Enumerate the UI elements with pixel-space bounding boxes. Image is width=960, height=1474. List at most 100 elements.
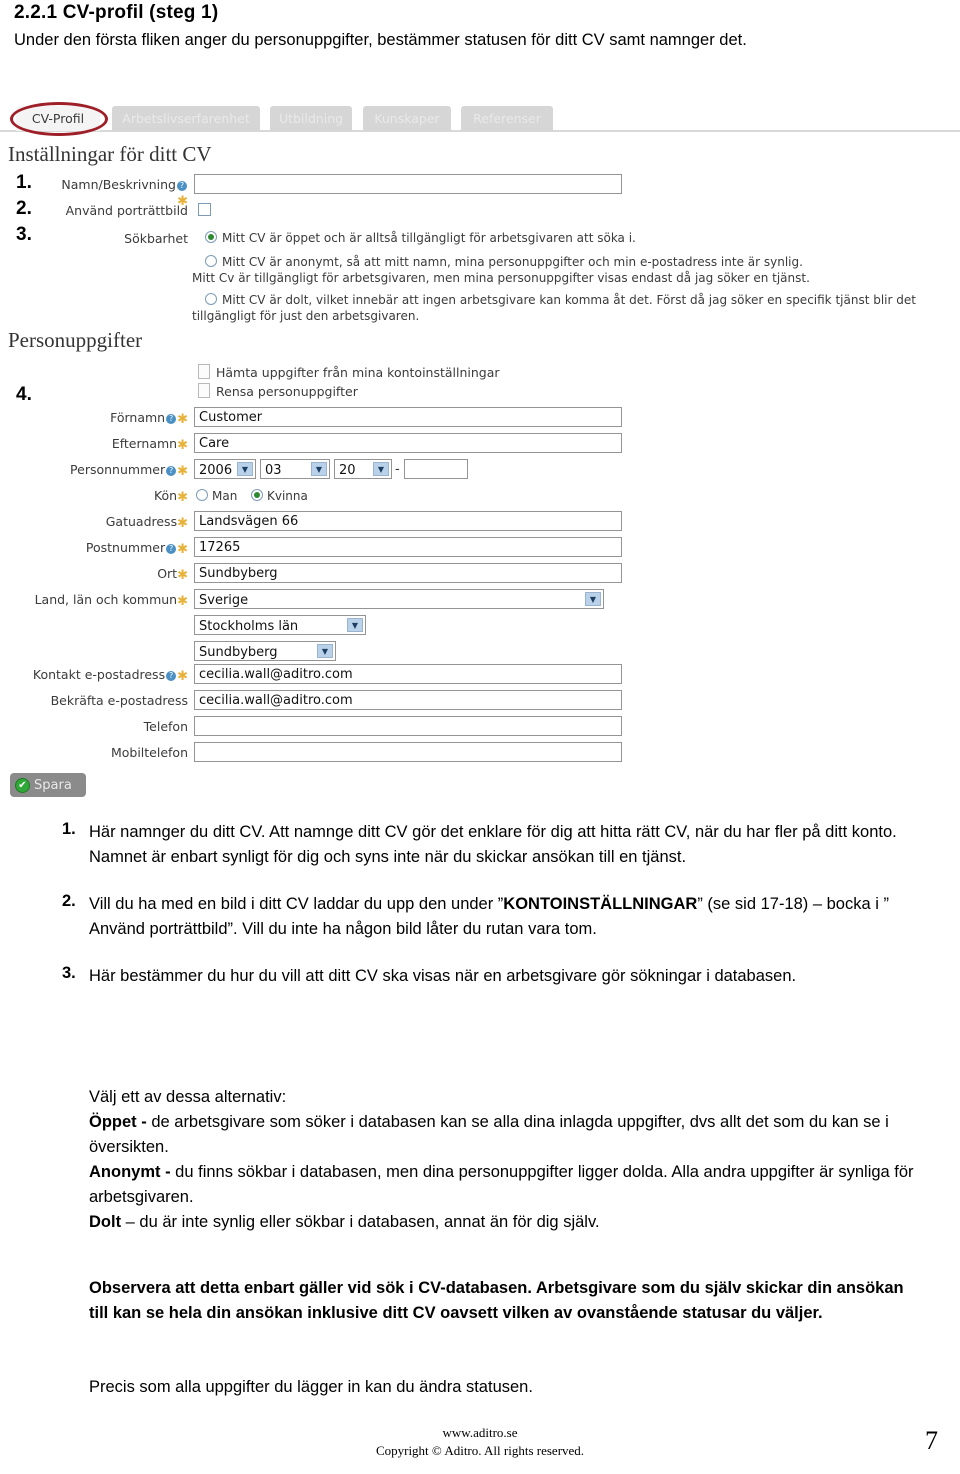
help-icon[interactable]: ? [166, 544, 177, 554]
option-anonymt-desc: du finns sökbar i databasen, men dina pe… [89, 1163, 914, 1206]
options-intro: Välj ett av dessa alternativ: [89, 1088, 287, 1106]
callout-marker-1: 1. [16, 172, 32, 193]
select-land-value: Sverige [199, 593, 249, 608]
chevron-down-icon[interactable]: ▼ [585, 592, 601, 606]
select-ssn-year[interactable]: 2006 ▼ [194, 459, 256, 479]
option-dolt: Dolt – du är inte synlig eller sökbar i … [89, 1210, 919, 1235]
tab-utbildning[interactable]: Utbildning [270, 106, 352, 131]
select-kommun-value: Sundbyberg [199, 645, 278, 660]
page-number: 7 [925, 1426, 938, 1455]
input-kontakt-epostadress[interactable]: cecilia.wall@aditro.com [194, 664, 622, 684]
select-lan-value: Stockholms län [199, 619, 299, 634]
save-button[interactable]: ✔ Spara [10, 773, 86, 797]
radio-sokbarhet-oppet[interactable] [205, 231, 217, 243]
input-mobiltelefon[interactable] [194, 742, 622, 762]
select-lan[interactable]: Stockholms län ▼ [194, 615, 366, 635]
explanation-item-3: 3. Här bestämmer du hur du vill att ditt… [14, 964, 944, 989]
help-icon[interactable]: ? [166, 466, 177, 476]
help-icon[interactable]: ? [166, 414, 177, 424]
label-personnummer: Personnummer? ✱ [30, 462, 188, 479]
select-land[interactable]: Sverige ▼ [194, 589, 604, 609]
option-oppet-desc: de arbetsgivare som söker i databasen ka… [89, 1113, 889, 1156]
select-ssn-day-value: 20 [339, 463, 356, 478]
settings-title: Inställningar för ditt CV [8, 142, 212, 166]
tab-cv-profil[interactable]: CV-Profil [16, 106, 100, 131]
app-screenshot: CV-Profil Arbetslivserfarenhet Utbildnin… [0, 102, 960, 804]
tab-kunskaper[interactable]: Kunskaper [363, 106, 451, 131]
page-icon-hamta [198, 364, 210, 379]
label-land-lan-kommun: Land, län och kommun✱ [22, 592, 188, 609]
label-gatuadress: Gatuadress✱ [40, 514, 188, 531]
explanation-text-1: Här namnger du ditt CV. Att namnge ditt … [89, 823, 897, 866]
option-oppet: Öppet - de arbetsgivare som söker i data… [89, 1110, 919, 1160]
tab-arbetslivserfarenhet[interactable]: Arbetslivserfarenhet [112, 106, 260, 131]
radio-label-dolt-line2: tillgängligt för just den arbetsgivaren. [192, 309, 420, 323]
label-ort-text: Ort [157, 566, 178, 581]
chevron-down-icon[interactable]: ▼ [317, 644, 333, 658]
label-mobiltelefon: Mobiltelefon [110, 745, 188, 760]
required-asterisk: ✱ [177, 568, 188, 583]
label-efternamn-text: Efternamn [111, 436, 178, 451]
explanation-item-2: 2. Vill du ha med en bild i ditt CV ladd… [14, 892, 944, 942]
footer-site: www.aditro.se [442, 1425, 518, 1440]
explanation-text-2-before: Vill du ha med en bild i ditt CV laddar … [89, 895, 504, 913]
radio-label-oppet: Mitt CV är öppet och är alltså tillgängl… [222, 231, 636, 245]
help-icon[interactable]: ? [166, 671, 177, 681]
label-namn-beskrivning-text: Namn/Beskrivning [61, 177, 176, 192]
input-bekrafta-epostadress[interactable]: cecilia.wall@aditro.com [194, 690, 622, 710]
radio-label-anonymt-line1: Mitt CV är anonymt, så att mitt namn, mi… [222, 255, 803, 269]
label-anvand-portrattbild: Använd porträttbild [65, 203, 188, 218]
select-ssn-day[interactable]: 20 ▼ [334, 459, 392, 479]
footer-copyright: Copyright © Aditro. All rights reserved. [375, 1443, 585, 1458]
action-hamta-uppgifter[interactable]: Hämta uppgifter från mina kontoinställni… [216, 365, 500, 380]
input-postnummer[interactable]: 17265 [194, 537, 622, 557]
input-gatuadress[interactable]: Landsvägen 66 [194, 511, 622, 531]
explanation-text-3: Här bestämmer du hur du vill att ditt CV… [89, 967, 797, 985]
label-ort: Ort✱ [40, 566, 188, 583]
label-fornamn-text: Förnamn [110, 410, 166, 425]
ssn-dash: - [395, 462, 400, 477]
tab-referenser[interactable]: Referenser [461, 106, 553, 131]
input-telefon[interactable] [194, 716, 622, 736]
radio-sokbarhet-anonymt[interactable] [205, 255, 217, 267]
input-ort[interactable]: Sundbyberg [194, 563, 622, 583]
label-kontakt-epostadress: Kontakt e-postadress? ✱ [14, 667, 188, 684]
required-asterisk: ✱ [177, 438, 188, 453]
select-ssn-month[interactable]: 03 ▼ [260, 459, 330, 479]
label-gatuadress-text: Gatuadress [105, 514, 178, 529]
option-oppet-term: Öppet - [89, 1113, 152, 1131]
options-note: Observera att detta enbart gäller vid sö… [89, 1279, 904, 1322]
select-kommun[interactable]: Sundbyberg ▼ [194, 641, 336, 661]
required-asterisk: ✱ [177, 464, 188, 479]
tab-bar: CV-Profil Arbetslivserfarenhet Utbildnin… [0, 102, 960, 136]
input-namn-beskrivning[interactable] [194, 174, 622, 194]
radio-kon-kvinna[interactable] [251, 489, 263, 501]
radio-sokbarhet-dolt[interactable] [205, 293, 217, 305]
option-anonymt: Anonymt - du finns sökbar i databasen, m… [89, 1160, 919, 1210]
input-fornamn[interactable]: Customer [194, 407, 622, 427]
input-ssn-last[interactable] [404, 459, 468, 479]
callout-marker-2: 2. [16, 198, 32, 219]
required-asterisk: ✱ [177, 542, 188, 557]
radio-label-dolt-line1: Mitt CV är dolt, vilket innebär att inge… [222, 293, 916, 307]
explanation-number-3: 3. [62, 964, 76, 982]
chevron-down-icon[interactable]: ▼ [373, 462, 389, 476]
select-ssn-year-value: 2006 [199, 463, 233, 478]
input-efternamn[interactable]: Care [194, 433, 622, 453]
action-rensa-personuppgifter[interactable]: Rensa personuppgifter [216, 384, 358, 399]
label-fornamn: Förnamn? ✱ [40, 410, 188, 427]
radio-kon-man[interactable] [196, 489, 208, 501]
callout-marker-3: 3. [16, 224, 32, 245]
label-postnummer: Postnummer? ✱ [30, 540, 188, 557]
help-icon[interactable]: ? [177, 181, 187, 191]
chevron-down-icon[interactable]: ▼ [311, 462, 327, 476]
radio-label-kvinna: Kvinna [267, 489, 308, 503]
label-telefon: Telefon [143, 719, 188, 734]
label-kon: Kön✱ [40, 488, 188, 505]
label-efternamn: Efternamn✱ [40, 436, 188, 453]
explanations-list: 1. Här namnger du ditt CV. Att namnge di… [14, 820, 944, 1011]
checkbox-anvand-portrattbild[interactable] [198, 203, 211, 216]
chevron-down-icon[interactable]: ▼ [347, 618, 363, 632]
required-asterisk: ✱ [177, 669, 188, 684]
chevron-down-icon[interactable]: ▼ [237, 462, 253, 476]
